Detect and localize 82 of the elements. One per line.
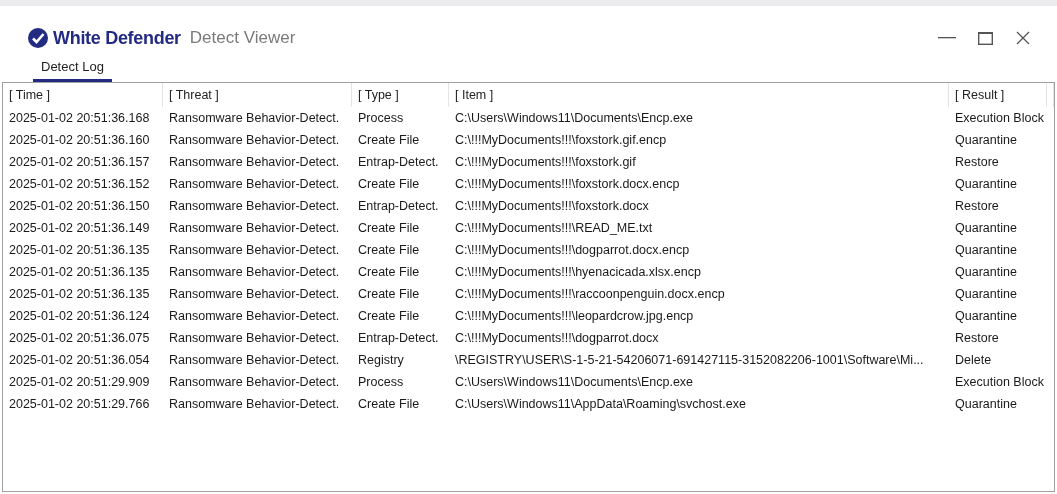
table-cell-text: Execution Block [954,374,1045,391]
table-cell-text: Create File [357,286,421,303]
table-cell-text: Ransomware Behavior-Detect. [168,154,341,171]
table-cell-text: 2025-01-02 20:51:29.909 [8,374,151,391]
table-cell-text: 2025-01-02 20:51:36.157 [8,154,151,171]
table-cell-text: Ransomware Behavior-Detect. [168,242,341,259]
table-cell-text: Create File [357,220,421,237]
table-cell-text: Create File [357,264,421,281]
table-cell-text: Restore [954,198,1000,215]
table-cell-text: Quarantine [954,220,1018,237]
table-cell-text: Execution Block [954,110,1045,127]
column-header[interactable]: [ Threat ] [163,83,352,107]
column-header[interactable]: [ Type ] [352,83,449,107]
table-cell-text: C:\!!!MyDocuments!!!\leopardcrow.jpg.encp [454,308,695,325]
table-cell-text: Quarantine [954,286,1018,303]
table-cell-text: Ransomware Behavior-Detect. [168,286,341,303]
table-cell-text: 2025-01-02 20:51:36.135 [8,286,151,303]
table-cell-text: Process [357,110,405,127]
table-cell-text: Ransomware Behavior-Detect. [168,198,341,215]
table-cell-text: C:\!!!MyDocuments!!!\dogparrot.docx.encp [454,242,691,259]
table-cell-text: Quarantine [954,308,1018,325]
table-cell-text: C:\!!!MyDocuments!!!\raccoonpenguin.docx.encp [454,286,726,303]
table-cell-text: Quarantine [954,242,1018,259]
table-cell-text: 2025-01-02 20:51:36.075 [8,330,151,347]
table-cell-text: Quarantine [954,176,1018,193]
window-title: Detect Viewer [189,28,296,48]
table-cell-text: Restore [954,154,1000,171]
table-cell-text: Restore [954,330,1000,347]
table-cell-text: Create File [357,308,421,325]
table-cell-text: Quarantine [954,264,1018,281]
table-cell-text: 2025-01-02 20:51:36.124 [8,308,151,325]
table-cell-text: C:\!!!MyDocuments!!!\foxstork.gif.encp [454,132,668,149]
table-cell-text: Quarantine [954,396,1018,413]
table-cell-text: Process [357,374,405,391]
table-cell-text: C:\!!!MyDocuments!!!\READ_ME.txt [454,220,654,237]
table-cell-text: Ransomware Behavior-Detect. [168,176,341,193]
table-cell-text: 2025-01-02 20:51:36.168 [8,110,151,127]
close-icon [1016,31,1030,45]
table-cell-text: Ransomware Behavior-Detect. [168,330,341,347]
brand-name: White Defender [53,27,181,49]
table-cell-text: Ransomware Behavior-Detect. [168,308,341,325]
table-cell-text: Ransomware Behavior-Detect. [168,374,341,391]
table-cell-text: Ransomware Behavior-Detect. [168,396,341,413]
table-cell-text: C:\Users\Windows11\Documents\Encp.exe [454,374,695,391]
table-cell-text: Entrap-Detect. [357,198,440,215]
table-cell-text: 2025-01-02 20:51:36.149 [8,220,151,237]
table-cell-text: Delete [954,352,993,369]
table-cell-text: Create File [357,396,421,413]
table-cell-text: Ransomware Behavior-Detect. [168,220,341,237]
table-cell-text: Quarantine [954,132,1018,149]
table-cell-text: 2025-01-02 20:51:36.135 [8,242,151,259]
table-cell-text: Entrap-Detect. [357,330,440,347]
table-cell-text: 2025-01-02 20:51:29.766 [8,396,151,413]
table-cell-text: Entrap-Detect. [357,154,440,171]
column-header[interactable]: [ Result ] [949,83,1047,107]
table-cell-text: Ransomware Behavior-Detect. [168,132,341,149]
table-cell-text: 2025-01-02 20:51:36.135 [8,264,151,281]
table-cell-text: Ransomware Behavior-Detect. [168,352,341,369]
table-cell-text: C:\!!!MyDocuments!!!\foxstork.docx [454,198,650,215]
table-cell-text: C:\Users\Windows11\Documents\Encp.exe [454,110,695,127]
table-cell-text: 2025-01-02 20:51:36.160 [8,132,151,149]
table-cell-text: Create File [357,242,421,259]
logo-check-icon [27,27,49,49]
table-cell-text: C:\!!!MyDocuments!!!\hyenacicada.xlsx.encp [454,264,702,281]
table-cell-text: 2025-01-02 20:51:36.152 [8,176,151,193]
table-cell-text: C:\!!!MyDocuments!!!\foxstork.docx.encp [454,176,681,193]
table-cell-text: Ransomware Behavior-Detect. [168,264,341,281]
column-header[interactable]: [ Time ] [3,83,163,107]
table-cell-text: Ransomware Behavior-Detect. [168,110,341,127]
table-cell-text: C:\!!!MyDocuments!!!\dogparrot.docx [454,330,660,347]
maximize-icon [977,31,993,45]
table-cell-text: 2025-01-02 20:51:36.150 [8,198,151,215]
table-cell-text: C:\!!!MyDocuments!!!\foxstork.gif [454,154,637,171]
table-cell-text: Create File [357,176,421,193]
table-cell-text: 2025-01-02 20:51:36.054 [8,352,151,369]
column-header[interactable]: [ Item ] [449,83,949,107]
minimize-icon [938,37,956,39]
table-cell-text: \REGISTRY\USER\S-1-5-21-54206071-691427115-3152082206-1001\Software\Mi... [454,352,925,369]
tab[interactable]: Detect Log [33,56,112,82]
table-cell-text: Registry [357,352,405,369]
table-cell-text: Create File [357,132,421,149]
table-cell-text: C:\Users\Windows11\AppData\Roaming\svchost.exe [454,396,747,413]
